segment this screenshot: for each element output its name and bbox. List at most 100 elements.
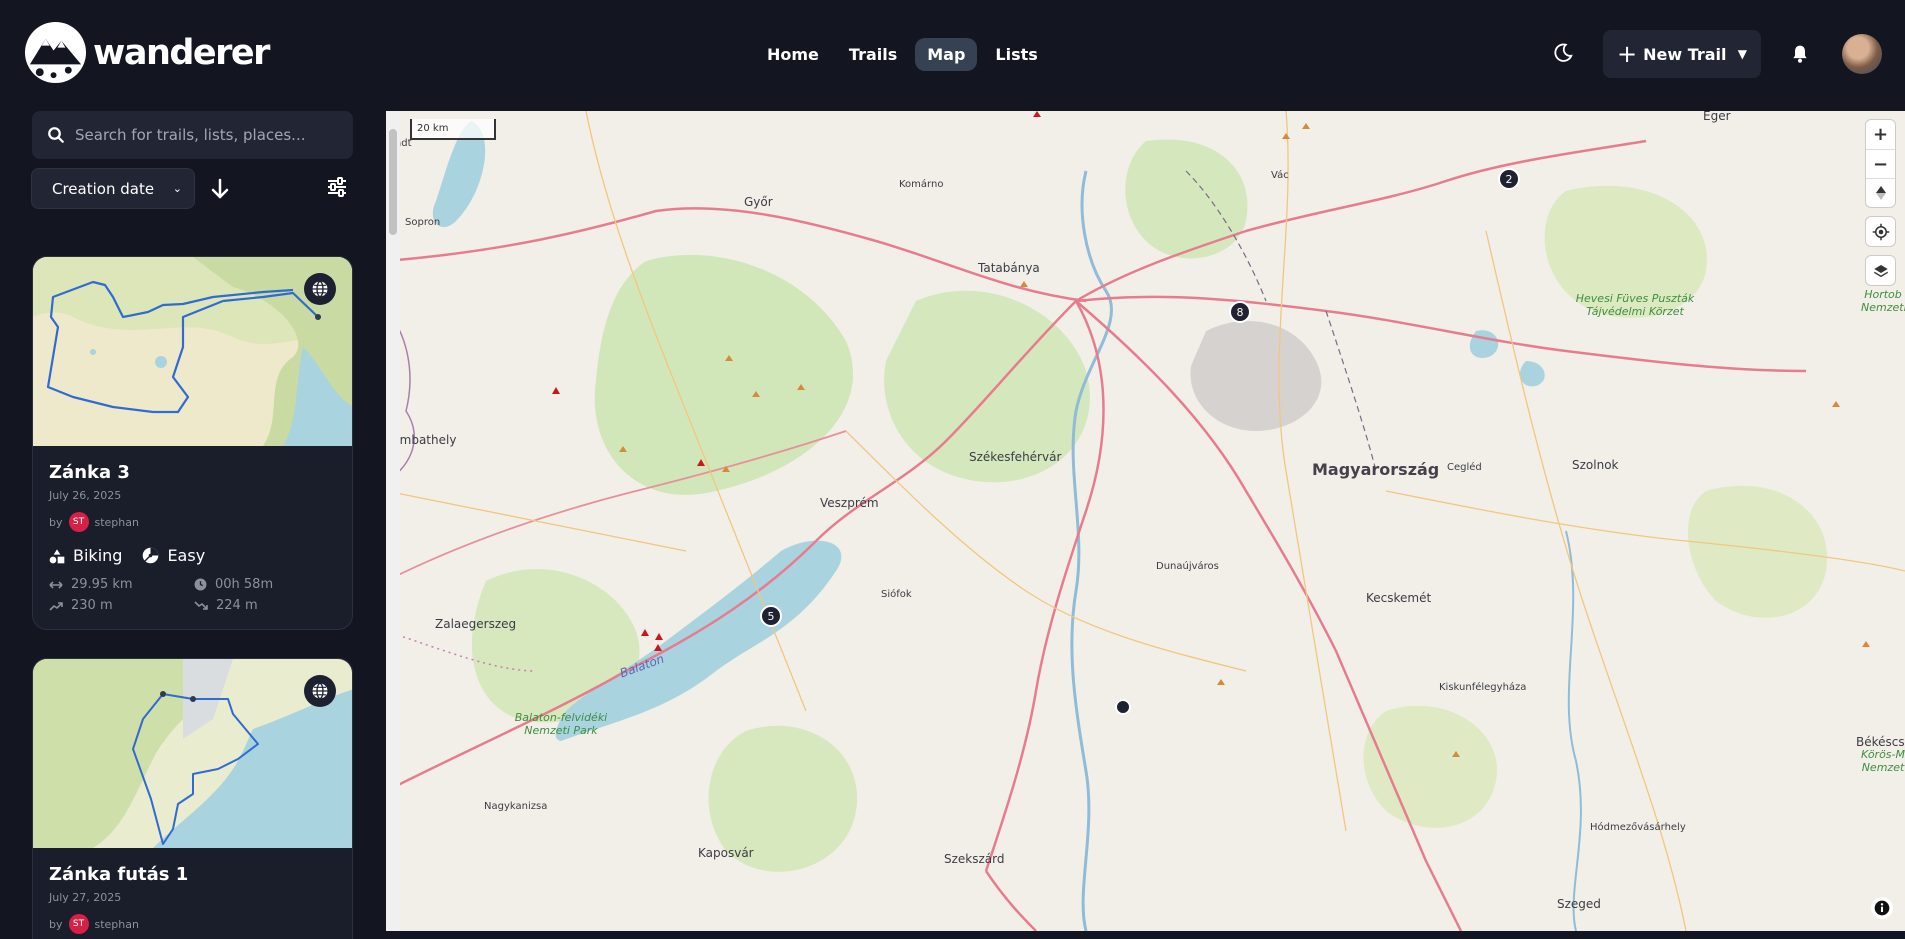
zoom-out-button[interactable]: − xyxy=(1866,149,1895,178)
plus-icon: + xyxy=(1617,40,1638,68)
trail-title: Zánka futás 1 xyxy=(49,864,189,885)
trail-cluster-marker[interactable]: 5 xyxy=(760,605,782,627)
layers-control xyxy=(1866,256,1895,285)
park-label: Balaton-felvidéki Nemzeti Park xyxy=(514,711,608,737)
top-header: wanderer Home Trails Map Lists + New Tra… xyxy=(0,0,1905,88)
trend-down-icon xyxy=(194,600,208,610)
search-icon xyxy=(48,127,64,143)
city-label: Békéscs xyxy=(1856,735,1905,749)
city-label: Vác xyxy=(1271,170,1289,181)
search-bar[interactable] xyxy=(32,111,353,159)
nav-trails[interactable]: Trails xyxy=(837,38,909,71)
city-label: Kecskemét xyxy=(1366,591,1432,605)
map-background xyxy=(386,111,1905,931)
moon-icon[interactable] xyxy=(1552,42,1574,64)
user-avatar[interactable] xyxy=(1842,34,1882,74)
duration-value: 00h 58m xyxy=(215,577,274,592)
trail-title: Zánka 3 xyxy=(49,462,130,483)
map-canvas[interactable]: 20 km Eger Komárno Győr Vác Sopron Tatab… xyxy=(386,111,1905,931)
trail-tags: Biking Easy xyxy=(49,546,336,565)
duration-stat: 00h 58m xyxy=(194,577,339,592)
city-label: Zalaegerszeg xyxy=(435,617,517,631)
city-label: Veszprém xyxy=(820,496,879,510)
public-badge xyxy=(304,675,336,707)
trail-author: by ST stephan xyxy=(49,512,336,532)
zoom-controls: + − xyxy=(1866,120,1895,207)
info-icon xyxy=(1874,900,1890,916)
zoom-in-button[interactable]: + xyxy=(1866,120,1895,149)
author-avatar: ST xyxy=(68,914,89,934)
nav-map[interactable]: Map xyxy=(915,38,978,71)
main-nav: Home Trails Map Lists xyxy=(755,38,1050,71)
city-label: Eger xyxy=(1703,111,1731,123)
shapes-icon xyxy=(49,548,65,563)
city-label: Kiskunfélegyháza xyxy=(1439,682,1527,693)
city-label: Szekszárd xyxy=(944,852,1005,866)
nav-home[interactable]: Home xyxy=(755,38,831,71)
distance-arrows-icon xyxy=(49,580,63,589)
trail-category: Biking xyxy=(73,546,123,565)
new-trail-label: New Trail xyxy=(1643,44,1727,64)
city-label: Szeged xyxy=(1557,897,1601,911)
trail-date: July 26, 2025 xyxy=(49,489,122,502)
layers-icon xyxy=(1873,264,1888,277)
globe-icon xyxy=(312,280,328,298)
city-label: Kaposvár xyxy=(698,846,754,860)
clock-icon xyxy=(194,578,207,591)
city-label: Dunaújváros xyxy=(1156,561,1219,572)
city-label: Szolnok xyxy=(1572,458,1619,472)
trail-cluster-marker[interactable]: 8 xyxy=(1229,301,1251,323)
author-name: stephan xyxy=(94,917,139,931)
trail-date: July 27, 2025 xyxy=(49,891,122,904)
search-input[interactable] xyxy=(75,126,345,144)
globe-icon xyxy=(312,682,328,700)
elevation-gain-value: 230 m xyxy=(71,598,113,613)
trail-marker[interactable] xyxy=(1115,699,1131,715)
trail-cluster-marker[interactable]: 2 xyxy=(1498,168,1520,190)
app-logo[interactable]: wanderer xyxy=(24,21,270,84)
park-label: Körös-M Nemzet xyxy=(1861,748,1905,774)
trail-card[interactable]: Zánka futás 1 July 27, 2025 by ST stepha… xyxy=(32,658,353,939)
layers-button[interactable] xyxy=(1866,256,1895,285)
trail-card[interactable]: Zánka 3 July 26, 2025 by ST stephan Biki… xyxy=(32,256,353,630)
city-label: Nagykanizsa xyxy=(484,801,548,812)
caret-down-icon[interactable]: ▼ xyxy=(1738,47,1747,61)
geolocate-button[interactable] xyxy=(1866,217,1895,246)
city-label: Komárno xyxy=(899,179,944,190)
elevation-loss-value: 224 m xyxy=(216,598,258,613)
trail-author: by ST stephan xyxy=(49,914,336,934)
author-name: stephan xyxy=(94,515,139,529)
scrollbar-thumb[interactable] xyxy=(389,129,397,235)
park-label: Hortob Nemzeti xyxy=(1861,288,1905,314)
city-label: Cegléd xyxy=(1447,462,1482,473)
bell-icon[interactable] xyxy=(1790,43,1810,65)
compass-button[interactable] xyxy=(1866,178,1895,207)
chevron-down-icon: ⌄ xyxy=(172,182,182,195)
compass-icon xyxy=(1875,186,1886,200)
attribution-button[interactable] xyxy=(1871,897,1893,919)
map-scale: 20 km xyxy=(410,119,496,140)
difficulty-icon xyxy=(143,547,159,564)
trail-map-thumbnail xyxy=(33,659,352,848)
nav-lists[interactable]: Lists xyxy=(983,38,1049,71)
author-avatar: ST xyxy=(68,512,89,532)
filter-sliders-icon[interactable] xyxy=(326,177,348,197)
city-label: Siófok xyxy=(881,589,912,600)
by-label: by xyxy=(49,917,63,931)
elevation-gain-stat: 230 m xyxy=(49,598,194,613)
sort-label: Creation date xyxy=(52,179,155,198)
app-name: wanderer xyxy=(93,32,270,73)
trail-map-thumbnail xyxy=(33,257,352,446)
city-label: Győr xyxy=(744,195,773,209)
trail-stats: 29.95 km 00h 58m 230 m 224 m xyxy=(49,577,336,613)
trend-up-icon xyxy=(49,601,63,611)
map-scrollbar[interactable] xyxy=(386,111,400,931)
new-trail-button[interactable]: + New Trail ▼ xyxy=(1603,30,1761,78)
wanderer-logo-icon xyxy=(24,21,87,84)
park-label: Hevesi Füves Puszták Tájvédelmi Körzet xyxy=(1575,292,1695,318)
city-label: Sopron xyxy=(405,217,441,228)
distance-value: 29.95 km xyxy=(71,577,133,592)
arrow-down-icon[interactable] xyxy=(210,178,230,200)
city-label: Székesfehérvár xyxy=(969,450,1062,464)
sort-dropdown[interactable]: Creation date ⌄ xyxy=(31,168,195,209)
